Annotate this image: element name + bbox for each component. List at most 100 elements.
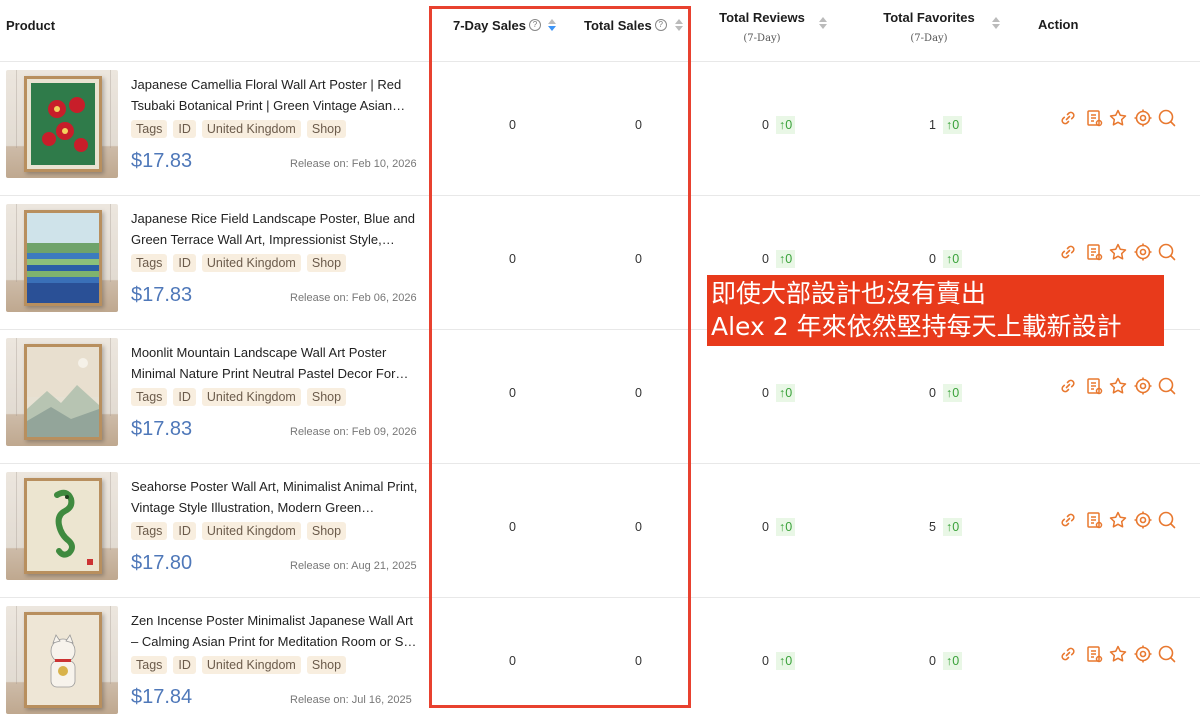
product-image[interactable] [6,70,118,178]
product-image[interactable] [6,472,118,580]
sales-7day: 0 [509,520,516,534]
product-price: $17.83 [131,284,193,306]
sales-7day: 0 [509,386,516,400]
tag-shop[interactable]: Shop [306,522,347,540]
report-icon[interactable] [1084,644,1104,664]
star-icon[interactable] [1108,510,1128,530]
tag-shop[interactable]: Shop [306,120,347,138]
reviews-delta: ↑0 [776,250,796,268]
tag-tags[interactable]: Tags [131,388,168,406]
tag-shop[interactable]: Shop [306,656,347,674]
product-price: $17.83 [131,418,193,440]
header-total-sales-label: Total Sales [584,18,652,33]
tag-tags[interactable]: Tags [131,120,168,138]
gear-icon[interactable] [1133,376,1153,396]
reviews-count: 0 [762,252,769,266]
help-icon[interactable]: ? [529,19,541,31]
tag-id[interactable]: ID [173,388,196,406]
reviews-count: 0 [762,654,769,668]
help-icon[interactable]: ? [654,19,667,31]
link-icon[interactable] [1058,242,1078,262]
table-header: Product 7-Day Sales? Total Sales? Total … [0,0,1200,62]
report-icon[interactable] [1084,242,1104,262]
product-title[interactable]: Japanese Camellia Floral Wall Art Poster… [131,74,423,116]
sort-icon[interactable] [675,19,683,31]
release-date: Release on: Jul 16, 2025 [290,694,412,706]
search-icon[interactable] [1157,376,1177,396]
reviews-count: 0 [762,386,769,400]
favorites-delta: ↑0 [943,116,963,134]
product-image[interactable] [6,338,118,446]
sales-total: 0 [635,654,642,668]
sales-7day: 0 [509,252,516,266]
release-date: Release on: Feb 10, 2026 [290,158,417,170]
tag-list: Tags ID United Kingdom Shop [131,522,347,540]
sales-7day: 0 [509,118,516,132]
favorites-count: 0 [929,654,936,668]
reviews-delta: ↑0 [776,652,796,670]
header-total-sales[interactable]: Total Sales? [584,17,667,35]
product-title[interactable]: Zen Incense Poster Minimalist Japanese W… [131,610,423,652]
tag-country[interactable]: United Kingdom [201,254,301,272]
product-image[interactable] [6,606,118,714]
link-icon[interactable] [1058,510,1078,530]
product-title[interactable]: Japanese Rice Field Landscape Poster, Bl… [131,208,423,250]
gear-icon[interactable] [1133,242,1153,262]
sales-total: 0 [635,252,642,266]
tag-country[interactable]: United Kingdom [201,656,301,674]
tag-id[interactable]: ID [173,656,196,674]
link-icon[interactable] [1058,108,1078,128]
report-icon[interactable] [1084,376,1104,396]
sales-total: 0 [635,520,642,534]
reviews-delta: ↑0 [776,384,796,402]
tag-tags[interactable]: Tags [131,254,168,272]
header-total-reviews[interactable]: Total Reviews (7-Day) [706,10,818,44]
link-icon[interactable] [1058,376,1078,396]
tag-country[interactable]: United Kingdom [201,388,301,406]
star-icon[interactable] [1108,108,1128,128]
action-group [1058,108,1178,128]
search-icon[interactable] [1157,644,1177,664]
tag-shop[interactable]: Shop [306,388,347,406]
tag-id[interactable]: ID [173,254,196,272]
link-icon[interactable] [1058,644,1078,664]
tag-country[interactable]: United Kingdom [201,522,301,540]
header-product: Product [6,18,56,33]
reviews-count: 0 [762,520,769,534]
caption-overlay: 即使大部設計也沒有賣出 Alex 2 年來依然堅持每天上載新設計 [707,275,1164,346]
star-icon[interactable] [1108,644,1128,664]
gear-icon[interactable] [1133,108,1153,128]
tag-country[interactable]: United Kingdom [201,120,301,138]
product-title[interactable]: Seahorse Poster Wall Art, Minimalist Ani… [131,476,423,518]
product-image[interactable] [6,204,118,312]
product-price: $17.80 [131,552,193,574]
report-icon[interactable] [1084,510,1104,530]
header-total-reviews-label: Total Reviews [719,10,805,25]
action-group [1058,510,1178,530]
sort-icon[interactable] [548,19,556,31]
report-icon[interactable] [1084,108,1104,128]
header-7day-sales[interactable]: 7-Day Sales? [453,17,541,35]
sort-icon[interactable] [992,17,1000,29]
tag-id[interactable]: ID [173,120,196,138]
tag-shop[interactable]: Shop [306,254,347,272]
sort-icon[interactable] [819,17,827,29]
tag-id[interactable]: ID [173,522,196,540]
search-icon[interactable] [1157,108,1177,128]
search-icon[interactable] [1157,242,1177,262]
star-icon[interactable] [1108,242,1128,262]
star-icon[interactable] [1108,376,1128,396]
product-title[interactable]: Moonlit Mountain Landscape Wall Art Post… [131,342,423,384]
table-row: Seahorse Poster Wall Art, Minimalist Ani… [0,464,1200,598]
header-total-favorites[interactable]: Total Favorites (7-Day) [872,10,986,44]
reviews-delta: ↑0 [776,116,796,134]
tag-list: Tags ID United Kingdom Shop [131,120,347,138]
gear-icon[interactable] [1133,510,1153,530]
search-icon[interactable] [1157,510,1177,530]
gear-icon[interactable] [1133,644,1153,664]
release-date: Release on: Aug 21, 2025 [290,560,417,572]
caption-line-1: 即使大部設計也沒有賣出 [711,279,987,308]
tag-list: Tags ID United Kingdom Shop [131,254,347,272]
tag-tags[interactable]: Tags [131,522,168,540]
tag-tags[interactable]: Tags [131,656,168,674]
